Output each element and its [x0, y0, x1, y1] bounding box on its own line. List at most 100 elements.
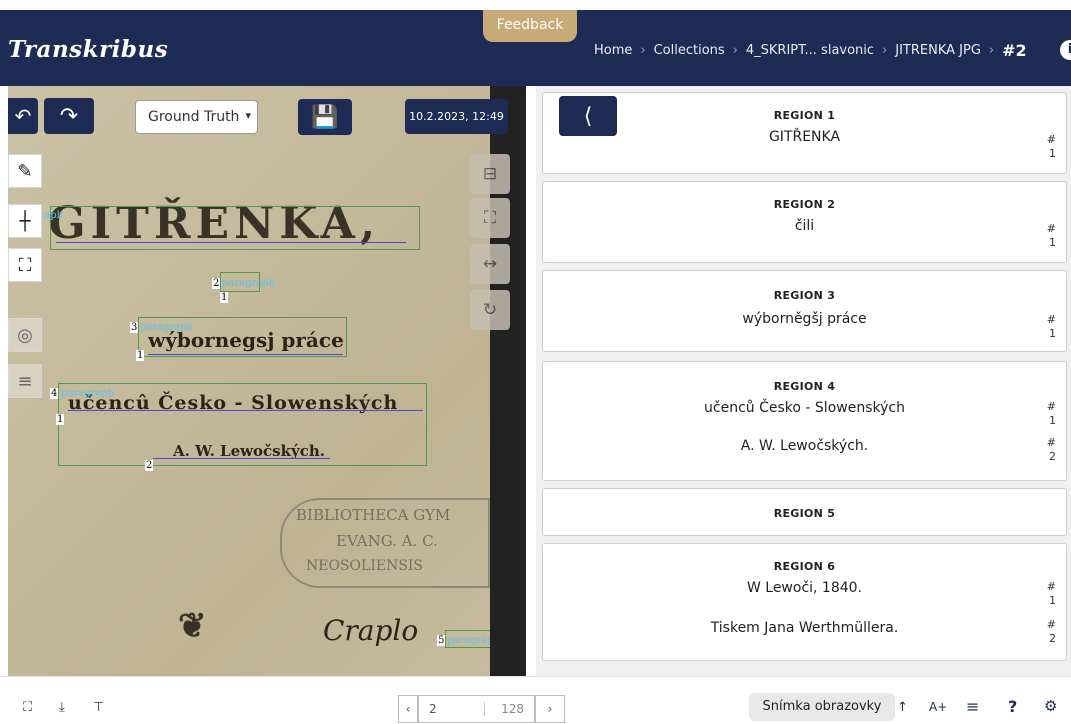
region-select-tool-icon[interactable]: ⛶	[8, 248, 42, 282]
region-tag-3: paragraph	[140, 322, 194, 333]
region-line[interactable]: A. W. Lewočských.	[543, 438, 1066, 454]
bottom-toolbar: ⛶ ⤓ ⊤ ‹ 2 128 › Snímka obrazovky ↑ A+ ≡ …	[0, 676, 1071, 724]
region-line[interactable]: wýborněgšj práce	[543, 311, 1066, 327]
redo-icon[interactable]: ↷	[44, 98, 94, 134]
split-line-tool-icon[interactable]: ┼	[8, 204, 42, 238]
app-logo[interactable]: Transkribus	[8, 36, 168, 63]
download-icon[interactable]: ⤓	[59, 700, 65, 715]
breadcrumb-collection[interactable]: 4_SKRIPT... slavonic	[746, 43, 874, 58]
stamp-line-3: NEOSOLIENSIS	[306, 558, 424, 574]
chevron-down-icon: ▾	[245, 109, 251, 122]
region-box-1[interactable]	[50, 206, 420, 250]
chevron-right-icon: ›	[547, 702, 553, 716]
line-num-2-1: 1	[220, 292, 229, 303]
status-select-value: Ground Truth	[148, 109, 240, 125]
next-page-button[interactable]: ›	[535, 695, 565, 723]
region-title: REGION 3	[773, 289, 836, 302]
region-card-4[interactable]: REGION 4 učenců Česko - Slowenských #1 A…	[542, 361, 1067, 481]
help-button[interactable]: ?	[1008, 697, 1017, 716]
share-icon[interactable]: ⟨	[559, 96, 617, 136]
text-format-icon[interactable]: ⊤	[93, 700, 104, 715]
stamp-line-1: BIBLIOTHECA GYM	[296, 506, 451, 524]
save-icon[interactable]: 💾	[298, 99, 352, 135]
chevron-right-icon: ›	[882, 43, 888, 58]
last-saved-timestamp: 10.2.2023, 12:49	[405, 99, 508, 134]
line-num-4-1: 1	[56, 414, 65, 425]
top-bar: Transkribus Feedback Home › Collections …	[0, 0, 1071, 86]
ornament-icon: ❦	[178, 606, 207, 646]
region-card-3[interactable]: REGION 3 wýborněgšj práce #1	[542, 270, 1067, 352]
region-title: REGION 6	[773, 560, 836, 573]
library-stamp: BIBLIOTHECA GYM EVANG. A. C. NEOSOLIENSI…	[280, 498, 490, 588]
breadcrumb-document[interactable]: JITRENKA JPG	[895, 43, 981, 58]
top-strip	[0, 0, 1071, 10]
region-line[interactable]: učenců Česko - Slowenských	[543, 400, 1066, 416]
signature: Craplo	[323, 614, 419, 647]
line-num-4-2: 2	[145, 460, 154, 471]
chevron-left-icon: ‹	[405, 702, 411, 716]
region-title: REGION 5	[773, 507, 836, 520]
region-line[interactable]: čili	[543, 218, 1066, 234]
document-scan: GITŘENKA, wýbornegsj práce učencû Česko …	[8, 86, 500, 676]
prev-page-button[interactable]: ‹	[398, 695, 418, 723]
fullscreen-icon[interactable]: ⛶	[23, 700, 32, 715]
chevron-right-icon: ›	[732, 43, 738, 58]
line-num-3-1: 1	[136, 350, 145, 361]
rotate-icon[interactable]: ↻	[470, 290, 510, 330]
region-num-3: 3	[130, 322, 139, 333]
region-num-5: 5	[437, 635, 446, 646]
region-card-2[interactable]: REGION 2 čili #1	[542, 181, 1067, 263]
breadcrumb-collections[interactable]: Collections	[654, 43, 725, 58]
fit-page-icon[interactable]: ⊟	[470, 154, 510, 194]
screenshot-tooltip: Snímka obrazovky	[749, 693, 895, 721]
baseline-3	[148, 354, 343, 355]
region-num-4: 4	[50, 388, 59, 399]
region-num-2: 2	[212, 278, 221, 289]
region-card-5[interactable]: REGION 5	[542, 488, 1067, 536]
region-title: REGION 2	[773, 198, 836, 211]
line-hash: #2	[1046, 436, 1056, 463]
region-card-1[interactable]: REGION 1 GITŘENKA #1	[542, 92, 1067, 174]
arrow-up-icon[interactable]: ↑	[897, 700, 908, 715]
line-hash: #2	[1046, 618, 1056, 645]
baseline-4-1	[68, 410, 423, 411]
transcription-panel: ⟨ REGION 1 GITŘENKA #1 REGION 2 čili #1 …	[536, 86, 1071, 676]
chevron-right-icon: ›	[988, 43, 995, 58]
chevron-right-icon: ›	[640, 43, 646, 58]
breadcrumb: Home › Collections › 4_SKRIPT... slavoni…	[594, 41, 1027, 60]
region-card-6[interactable]: REGION 6 W Lewoči, 1840. #1 Tiskem Jana …	[542, 543, 1067, 661]
feedback-button[interactable]: Feedback	[483, 10, 577, 42]
breadcrumb-home[interactable]: Home	[594, 43, 632, 58]
status-select[interactable]: Ground Truth ▾	[135, 100, 258, 134]
lines-tool-icon[interactable]: ≡	[8, 364, 42, 398]
line-hash: #1	[1046, 400, 1056, 427]
region-line[interactable]: GITŘENKA	[543, 129, 1066, 145]
region-title: REGION 1	[773, 109, 836, 122]
total-pages: 128	[484, 702, 524, 716]
baseline-1	[56, 242, 406, 243]
page-input-value[interactable]: 2	[429, 702, 437, 716]
settings-icon[interactable]: ⚙	[1044, 697, 1057, 715]
page-input[interactable]: 2 128	[418, 695, 535, 723]
fit-selection-icon[interactable]: ⛶	[470, 198, 510, 238]
region-line[interactable]: Tiskem Jana Werthmüllera.	[543, 620, 1066, 636]
line-hash: #1	[1046, 580, 1056, 607]
region-line[interactable]: W Lewoči, 1840.	[543, 580, 1066, 596]
region-tag-2: paragraph	[222, 278, 276, 289]
region-tag-4: paragraph	[61, 388, 115, 399]
pen-tool-icon[interactable]: ✎	[8, 154, 42, 188]
undo-icon[interactable]: ↶	[8, 98, 38, 134]
line-hash: #1	[1046, 133, 1056, 160]
menu-icon[interactable]: ≡	[966, 697, 979, 716]
font-size-button[interactable]: A+	[929, 700, 947, 714]
region-title: REGION 4	[773, 380, 836, 393]
stamp-line-2: EVANG. A. C.	[336, 532, 438, 550]
line-hash: #1	[1046, 222, 1056, 249]
breadcrumb-current-page: #2	[1002, 41, 1027, 60]
fit-width-icon[interactable]: ↔	[470, 244, 510, 284]
info-icon[interactable]: i	[1060, 40, 1071, 60]
line-hash: #1	[1046, 313, 1056, 340]
baseline-4-2	[153, 458, 330, 459]
target-tool-icon[interactable]: ◎	[8, 318, 42, 352]
image-viewer[interactable]: GITŘENKA, wýbornegsj práce učencû Česko …	[8, 86, 526, 676]
